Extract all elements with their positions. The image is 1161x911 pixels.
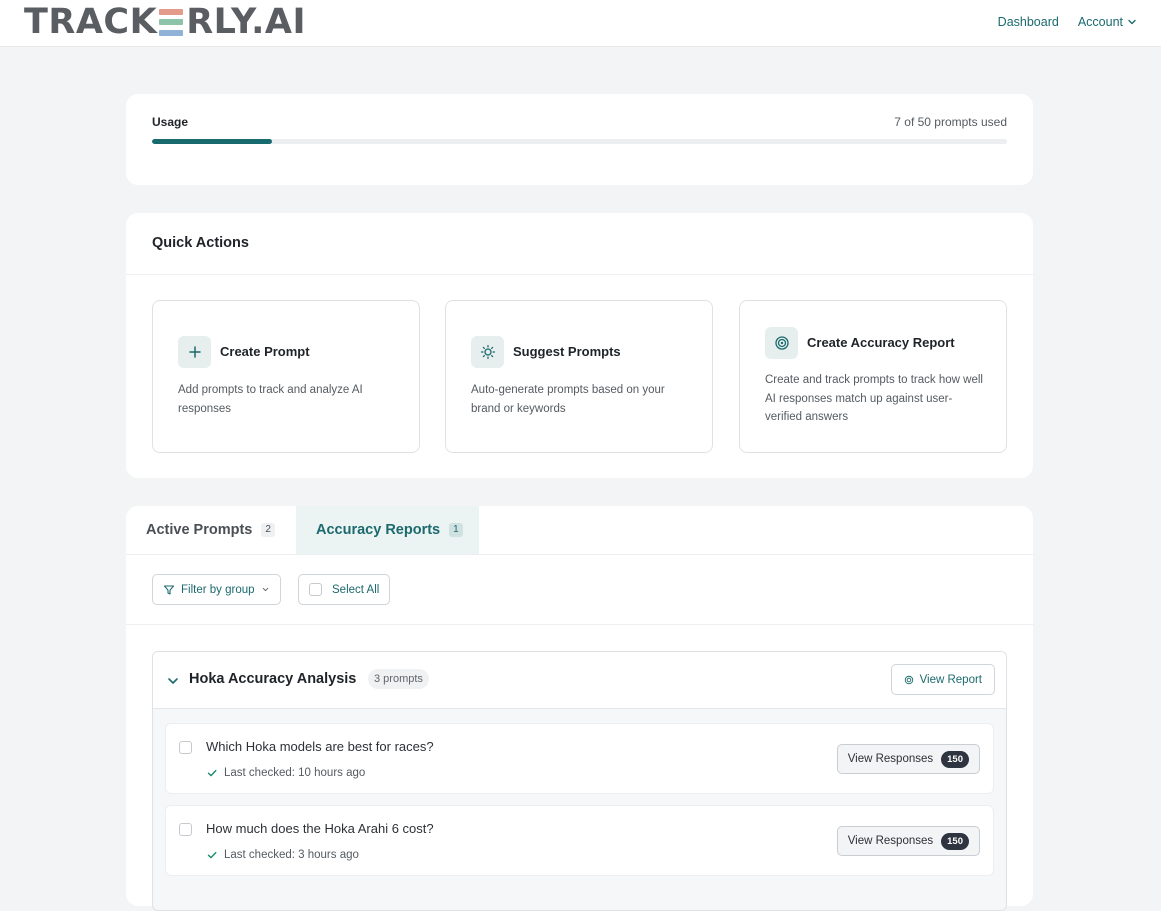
logo[interactable]: TRACK RLY.AI [24, 2, 306, 42]
usage-progress-fill [152, 139, 272, 144]
view-responses-label: View Responses [847, 835, 934, 847]
logo-text-left: TRACK [24, 2, 158, 42]
create-accuracy-report-card[interactable]: Create Accuracy Report Create and track … [739, 300, 1007, 453]
create-prompt-description: Add prompts to track and analyze AI resp… [178, 384, 363, 415]
view-responses-button[interactable]: View Responses 150 [836, 826, 980, 856]
nav-dashboard-link[interactable]: Dashboard [998, 15, 1059, 29]
prompt-checkbox[interactable] [179, 823, 192, 836]
prompt-group: Hoka Accuracy Analysis 3 prompts View Re… [152, 651, 1007, 911]
quick-actions-card: Quick Actions Create Prompt Add prompts … [126, 213, 1033, 478]
prompt-checkbox[interactable] [179, 741, 192, 754]
nav-account-label: Account [1077, 15, 1123, 29]
top-nav: Dashboard Account [998, 0, 1137, 44]
tab-accuracy-reports[interactable]: Accuracy Reports 1 [296, 506, 479, 554]
tab-label: Accuracy Reports [316, 522, 441, 538]
tab-bar: Active Prompts 2 Accuracy Reports 1 [126, 506, 1033, 555]
filter-by-group-button[interactable]: Filter by group [152, 574, 281, 605]
divider [126, 274, 1033, 275]
tab-label: Active Prompts [146, 522, 253, 538]
view-report-label: View Report [919, 673, 982, 686]
last-checked-text: Last checked: 3 hours ago [224, 849, 359, 861]
suggest-prompts-card[interactable]: Suggest Prompts Auto-generate prompts ba… [445, 300, 713, 453]
create-accuracy-report-description: Create and track prompts to track how we… [765, 374, 983, 423]
suggest-prompts-title: Suggest Prompts [513, 344, 621, 359]
response-count-badge: 150 [941, 750, 969, 768]
logo-text-right: RLY.AI [186, 2, 306, 42]
last-checked-text: Last checked: 10 hours ago [224, 767, 366, 779]
chevron-down-icon[interactable] [166, 674, 180, 688]
suggest-prompts-description: Auto-generate prompts based on your bran… [471, 384, 665, 415]
prompt-text: Which Hoka models are best for races? [206, 739, 434, 754]
view-responses-label: View Responses [847, 753, 934, 765]
view-report-button[interactable]: View Report [890, 664, 995, 695]
plus-icon [178, 336, 211, 368]
tab-count-badge: 2 [261, 523, 275, 537]
usage-count: 7 of 50 prompts used [894, 115, 1007, 129]
filter-icon [163, 584, 175, 595]
chevron-down-icon [1128, 19, 1136, 25]
create-accuracy-report-title: Create Accuracy Report [807, 335, 955, 350]
select-all-button[interactable]: Select All [298, 574, 391, 605]
check-icon [207, 769, 217, 777]
select-all-checkbox[interactable] [309, 583, 322, 596]
logo-e-mark [159, 8, 184, 36]
filter-label: Filter by group [181, 583, 255, 596]
target-icon [904, 675, 913, 684]
create-prompt-title: Create Prompt [220, 344, 310, 359]
create-prompt-card[interactable]: Create Prompt Add prompts to track and a… [152, 300, 420, 453]
last-checked: Last checked: 3 hours ago [206, 849, 359, 861]
target-icon [765, 327, 798, 359]
prompt-row: Which Hoka models are best for races? La… [165, 723, 994, 794]
last-checked: Last checked: 10 hours ago [206, 767, 365, 779]
usage-card: Usage 7 of 50 prompts used [126, 94, 1033, 185]
view-responses-button[interactable]: View Responses 150 [836, 744, 980, 774]
quick-actions-title: Quick Actions [152, 235, 249, 251]
select-all-label: Select All [332, 583, 380, 596]
tab-count-badge: 1 [449, 523, 463, 537]
response-count-badge: 150 [941, 832, 969, 850]
usage-progress-bar [152, 139, 1007, 144]
group-prompt-count: 3 prompts [368, 669, 429, 689]
lightbulb-icon [471, 336, 504, 368]
prompt-row: How much does the Hoka Arahi 6 cost? Las… [165, 805, 994, 876]
tab-active-prompts[interactable]: Active Prompts 2 [146, 506, 275, 554]
nav-account-menu[interactable]: Account [1078, 15, 1137, 29]
top-bar: TRACK RLY.AI Dashboard Account [0, 0, 1161, 47]
divider [126, 624, 1033, 625]
group-header[interactable]: Hoka Accuracy Analysis 3 prompts View Re… [153, 652, 1006, 709]
usage-label: Usage [152, 115, 189, 129]
prompts-panel: Active Prompts 2 Accuracy Reports 1 Filt… [126, 506, 1033, 911]
group-name: Hoka Accuracy Analysis [189, 671, 357, 687]
check-icon [207, 851, 217, 859]
chevron-down-icon [262, 587, 268, 592]
prompt-text: How much does the Hoka Arahi 6 cost? [206, 821, 434, 836]
